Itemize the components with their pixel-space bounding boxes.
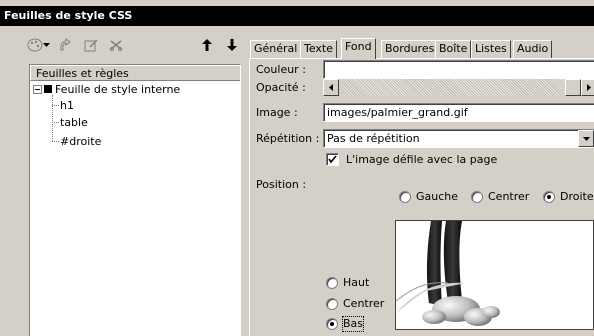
tree-root-item[interactable]: Feuille de style interne: [55, 82, 180, 97]
move-down-icon[interactable]: [221, 36, 243, 54]
position-label: Position :: [256, 178, 307, 191]
tree-connector: [52, 105, 59, 106]
centrer-h-label: Centrer: [488, 190, 530, 203]
tab-fond[interactable]: Fond: [341, 38, 376, 59]
css-panel: Feuilles et règles Feuille de style inte…: [0, 26, 594, 336]
window-title: Feuilles de style CSS: [0, 6, 594, 26]
image-label: Image :: [256, 106, 298, 119]
delete-icon[interactable]: [105, 36, 127, 54]
palm-tree-image: [396, 221, 500, 326]
tab-texte[interactable]: Texte: [300, 40, 338, 58]
radio-bas[interactable]: [326, 318, 338, 330]
tree-connector: [52, 95, 53, 141]
image-input[interactable]: images/palmier_grand.gif: [323, 103, 594, 122]
radio-centrer-v[interactable]: [326, 298, 338, 310]
radio-gauche[interactable]: [399, 191, 411, 203]
bas-label: Bas: [341, 316, 365, 332]
radio-haut[interactable]: [326, 277, 338, 289]
tab-general[interactable]: Général: [250, 40, 302, 58]
rules-tree[interactable]: Feuilles et règles Feuille de style inte…: [29, 64, 241, 336]
slider-right-button[interactable]: [581, 79, 594, 96]
centrer-v-label: Centrer: [343, 297, 385, 310]
droite-label: Droite: [560, 190, 594, 203]
opacite-slider[interactable]: [323, 79, 594, 96]
tree-rule-item-selected[interactable]: #droite: [60, 134, 101, 149]
scroll-label: L'image défile avec la page: [346, 153, 498, 166]
move-up-icon[interactable]: [196, 36, 218, 54]
haut-label: Haut: [343, 276, 370, 289]
repetition-select[interactable]: Pas de répétition: [323, 129, 594, 148]
tree-rule-item[interactable]: table: [60, 115, 88, 130]
background-preview: [395, 220, 594, 330]
couleur-label: Couleur :: [256, 63, 306, 76]
slider-left-button[interactable]: [323, 79, 339, 96]
opacite-label: Opacité :: [256, 81, 306, 94]
repetition-value: Pas de répétition: [327, 132, 420, 145]
tab-listes[interactable]: Listes: [471, 40, 511, 58]
slider-thumb[interactable]: [565, 79, 581, 96]
new-rule-icon[interactable]: [55, 36, 77, 54]
tree-connector: [52, 122, 59, 123]
tab-boite[interactable]: Boîte: [435, 40, 472, 58]
gauche-label: Gauche: [416, 190, 459, 203]
stylesheet-icon: [44, 85, 52, 93]
couleur-input[interactable]: [323, 60, 594, 79]
scroll-checkbox[interactable]: [326, 153, 339, 166]
chevron-down-icon[interactable]: [40, 36, 52, 54]
radio-centrer-h[interactable]: [471, 191, 483, 203]
tab-bordures[interactable]: Bordures: [381, 40, 439, 58]
collapse-icon[interactable]: [33, 85, 42, 94]
tree-connector: [52, 141, 59, 142]
radio-droite[interactable]: [543, 191, 555, 203]
tree-header: Feuilles et règles: [30, 65, 240, 81]
chevron-down-icon[interactable]: [578, 130, 594, 147]
tree-rule-item[interactable]: h1: [60, 98, 74, 113]
repetition-label: Répétition :: [256, 132, 320, 145]
tab-audio[interactable]: Audio: [513, 40, 553, 58]
edit-icon[interactable]: [80, 36, 102, 54]
